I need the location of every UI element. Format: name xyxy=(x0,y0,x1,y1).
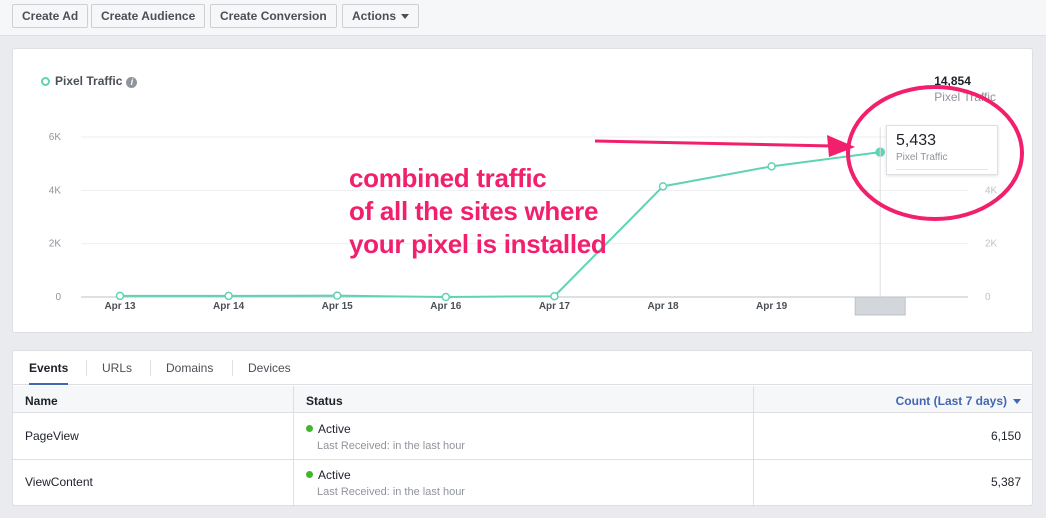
data-point[interactable] xyxy=(767,162,776,171)
event-name: ViewContent xyxy=(25,475,93,489)
count-header-label: Count (Last 7 days) xyxy=(895,394,1007,408)
status-text: Active xyxy=(318,422,351,436)
tab-urls[interactable]: URLs xyxy=(102,351,132,385)
event-name: PageView xyxy=(25,429,79,443)
tab-events[interactable]: Events xyxy=(29,351,69,385)
x-tick-label: Apr 17 xyxy=(539,301,571,312)
create-conversion-button[interactable]: Create Conversion xyxy=(210,4,337,28)
annotation-arrow xyxy=(594,139,834,148)
table-header: Name Status Count (Last 7 days) xyxy=(13,386,1032,413)
x-tick-label: Apr 14 xyxy=(213,301,245,312)
data-point[interactable] xyxy=(550,291,559,301)
x-highlight-box xyxy=(854,296,906,316)
y-tick-label-right: 2K xyxy=(985,239,998,250)
column-header-count[interactable]: Count (Last 7 days) xyxy=(896,394,1021,408)
chart-tooltip: 5,433 Pixel Traffic xyxy=(886,125,998,175)
event-count: 5,387 xyxy=(990,475,1021,489)
status-text: Active xyxy=(318,468,351,482)
status-active-icon xyxy=(306,425,313,432)
data-point[interactable] xyxy=(658,182,668,191)
column-header-name[interactable]: Name xyxy=(25,394,58,408)
create-audience-button[interactable]: Create Audience xyxy=(91,4,206,28)
table-row[interactable]: ViewContent Active Last Received: in the… xyxy=(13,460,1032,506)
tab-domains[interactable]: Domains xyxy=(166,351,213,385)
toolbar: Create Ad Create Audience Create Convers… xyxy=(0,0,1046,36)
annotation-line-3: your pixel is installed xyxy=(349,229,607,259)
data-point[interactable] xyxy=(115,291,125,301)
tooltip-value: 5,433 xyxy=(896,132,937,149)
chevron-down-icon xyxy=(401,14,410,20)
tab-divider xyxy=(86,360,87,376)
tooltip-label: Pixel Traffic xyxy=(896,152,988,170)
x-tick-label: Apr 15 xyxy=(322,301,354,312)
tab-divider xyxy=(150,360,151,376)
y-tick-label: 2K xyxy=(49,239,62,250)
status-active-icon xyxy=(306,471,313,478)
y-tick-label: 6K xyxy=(49,132,62,143)
y-tick-label: 0 xyxy=(55,292,61,303)
tab-devices[interactable]: Devices xyxy=(248,351,291,385)
tab-bar: Events URLs Domains Devices xyxy=(13,351,1032,385)
event-status: Active Last Received: in the last hour xyxy=(306,468,465,498)
tab-divider xyxy=(232,360,233,376)
table-row[interactable]: PageView Active Last Received: in the la… xyxy=(13,414,1032,460)
data-point[interactable] xyxy=(224,291,233,301)
x-tick-label: Apr 19 xyxy=(756,301,788,312)
event-count: 6,150 xyxy=(990,429,1021,443)
events-table-card: Events URLs Domains Devices Name Status … xyxy=(12,350,1033,507)
last-received: Last Received: in the last hour xyxy=(317,486,465,498)
x-tick-label: Apr 16 xyxy=(430,301,462,312)
y-tick-label-right: 0 xyxy=(985,292,991,303)
annotation-line-2: of all the sites where xyxy=(349,196,599,226)
column-divider xyxy=(753,386,754,507)
annotation-text: combined traffic of all the sites where … xyxy=(349,162,607,261)
last-received: Last Received: in the last hour xyxy=(317,440,465,452)
actions-label: Actions xyxy=(352,9,397,23)
event-status: Active Last Received: in the last hour xyxy=(306,422,465,452)
column-header-status[interactable]: Status xyxy=(306,394,343,408)
annotation-line-1: combined traffic xyxy=(349,163,547,193)
x-tick-label: Apr 18 xyxy=(647,301,679,312)
y-tick-label: 4K xyxy=(49,185,62,196)
y-tick-label-right: 4K xyxy=(985,185,998,196)
create-ad-button[interactable]: Create Ad xyxy=(12,4,89,28)
data-point[interactable] xyxy=(332,291,342,300)
actions-dropdown[interactable]: Actions xyxy=(342,4,420,28)
pixel-traffic-chart-card: Pixel Traffic i 14,854 Pixel Traffic 0 2K 4… xyxy=(12,48,1033,333)
x-tick-label: Apr 13 xyxy=(104,301,136,312)
sort-caret-icon xyxy=(1013,399,1021,405)
data-point[interactable] xyxy=(441,292,451,302)
column-divider xyxy=(293,386,294,507)
